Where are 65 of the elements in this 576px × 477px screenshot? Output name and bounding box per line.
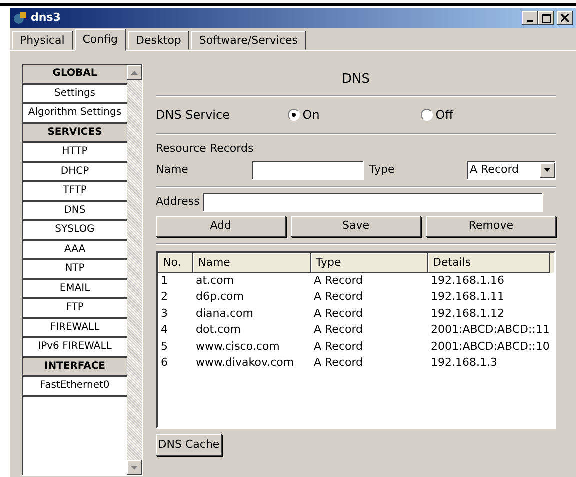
column-header[interactable]: Name	[193, 252, 311, 273]
table-cell-text: d6p.com	[195, 289, 245, 306]
close-button[interactable]	[557, 11, 573, 25]
table-cell-text: 192.168.1.12	[430, 306, 506, 322]
section-header: INTERFACE	[23, 358, 127, 377]
maximize-button[interactable]	[538, 11, 554, 25]
type-dropdown[interactable]: A Record	[467, 160, 556, 180]
action-button[interactable]: Remove	[426, 216, 556, 237]
tab[interactable]: Software/Services	[191, 31, 306, 50]
section-header: SERVICES	[23, 124, 127, 143]
scrollbar[interactable]	[127, 65, 142, 475]
app-icon	[13, 11, 27, 25]
radio-button[interactable]	[288, 109, 300, 121]
minimize-button[interactable]	[522, 11, 538, 25]
table-cell-text: A Record	[313, 355, 364, 372]
table-cell-text: A Record	[313, 289, 364, 306]
up-arrow-icon	[131, 70, 138, 74]
dropdown-arrow-icon	[544, 168, 551, 172]
field-label: DNS Service	[156, 107, 231, 124]
down-arrow-icon	[131, 466, 138, 470]
table-cell-text: 192.168.1.16	[430, 272, 506, 289]
close-icon	[561, 14, 569, 22]
radio-label: On	[302, 107, 320, 124]
section-header: GLOBAL	[23, 65, 127, 84]
table-cell-text: 2001:ABCD:ABCD::10	[430, 338, 550, 355]
section-label: Resource Records	[156, 141, 255, 157]
field-label: Address	[156, 194, 200, 210]
table-cell-text: www.cisco.com	[195, 338, 281, 355]
tab[interactable]: Config	[74, 29, 126, 51]
table-cell-text: A Record	[313, 338, 364, 355]
address-field[interactable]	[202, 192, 543, 212]
table-cell-text: 6	[160, 355, 169, 372]
scroll-up-button[interactable]	[127, 65, 142, 80]
column-header[interactable]: Type	[311, 252, 428, 273]
table-cell-text: 2001:ABCD:ABCD::11	[430, 322, 550, 338]
table-cell-text: 2	[160, 289, 169, 306]
name-field[interactable]	[252, 160, 364, 180]
table-cell-text: www.divakov.com	[195, 355, 296, 372]
table-cell-text: A Record	[313, 306, 364, 322]
radio-button[interactable]	[421, 109, 433, 121]
table-cell-text: A Record	[313, 322, 364, 338]
table-cell-text: dot.com	[195, 322, 242, 338]
field-label: Name	[156, 162, 190, 178]
panel-title: DNS	[341, 71, 371, 89]
cache-button[interactable]: DNS Cache	[156, 434, 222, 456]
table-cell-text: 3	[160, 306, 169, 322]
tab[interactable]: Physical	[12, 31, 73, 50]
table-cell-text: 4	[160, 322, 169, 338]
column-header[interactable]: Details	[428, 252, 550, 273]
window-title: dns3	[31, 10, 61, 26]
table-cell-text: diana.com	[195, 306, 254, 322]
tab[interactable]: Desktop	[128, 31, 190, 50]
maximize-icon	[542, 14, 551, 22]
column-header[interactable]: No.	[158, 252, 193, 273]
table-cell-text: A Record	[313, 272, 364, 289]
action-button[interactable]: Save	[291, 216, 421, 237]
table-cell-text: 192.168.1.11	[430, 289, 506, 306]
scroll-down-button[interactable]	[127, 460, 142, 475]
field-label: Type	[370, 162, 396, 178]
action-button[interactable]: Add	[156, 216, 286, 237]
table-cell-text: 5	[160, 338, 169, 355]
table-cell-text: at.com	[195, 272, 236, 289]
table-cell-text: 192.168.1.3	[430, 355, 498, 372]
table-cell-text: 1	[160, 272, 169, 289]
radio-label: Off	[436, 107, 454, 124]
